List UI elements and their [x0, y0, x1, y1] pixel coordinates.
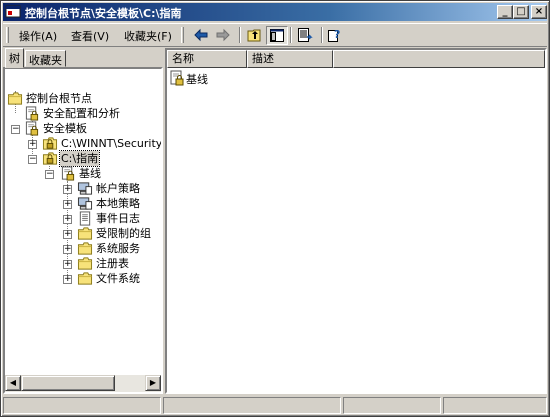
menu-toolbar: 操作(A) 查看(V) 收藏夹(F) ?	[3, 23, 547, 47]
menu-view[interactable]: 查看(V)	[71, 28, 109, 44]
toolbar-separator	[290, 27, 292, 43]
folder-icon	[7, 91, 23, 106]
menu-action[interactable]: 操作(A)	[19, 28, 57, 44]
toolbar-grip[interactable]	[181, 27, 184, 43]
scope-pane: 树 收藏夹 控制台根节点 安全配置和分析 − 安全模板 + C:\WINNT\S…	[3, 48, 163, 394]
collapse-icon[interactable]: −	[45, 170, 54, 179]
column-header-description[interactable]: 描述	[247, 50, 333, 68]
menu-grip[interactable]	[6, 27, 9, 43]
tree-node-label: 事件日志	[96, 212, 140, 225]
expand-icon[interactable]: +	[28, 140, 37, 149]
policy-computer-icon	[77, 181, 93, 196]
up-folder-icon	[247, 29, 261, 42]
status-cell	[343, 397, 441, 414]
list-item-name: 基线	[186, 73, 208, 86]
up-level-button[interactable]	[244, 26, 266, 45]
expand-icon[interactable]: +	[63, 215, 72, 224]
column-header-name[interactable]: 名称	[167, 50, 247, 68]
expand-icon[interactable]: +	[63, 230, 72, 239]
expand-icon[interactable]: +	[63, 200, 72, 209]
forward-icon	[216, 28, 230, 42]
show-hide-tree-icon	[270, 29, 284, 42]
minimize-button[interactable]: _	[497, 5, 513, 19]
scope-tabs: 树 收藏夹	[3, 48, 163, 68]
scroll-right-icon[interactable]: ▶	[145, 375, 161, 391]
back-button[interactable]	[191, 26, 213, 45]
tree-node-label: C:\WINNT\Security\Te	[61, 137, 161, 150]
tree-node-label: 安全配置和分析	[43, 107, 120, 120]
status-cell	[443, 397, 547, 414]
tab-tree[interactable]: 树	[5, 48, 24, 68]
console-tree: 控制台根节点 安全配置和分析 − 安全模板 + C:\WINNT\Securit…	[3, 67, 163, 394]
expand-icon[interactable]: +	[63, 185, 72, 194]
scroll-thumb[interactable]	[21, 375, 115, 391]
security-analysis-icon	[24, 106, 40, 121]
window-title: 控制台根节点\安全模板\C:\指南	[25, 7, 182, 20]
tab-favorites[interactable]: 收藏夹	[25, 50, 66, 67]
policy-computer-icon	[77, 196, 93, 211]
templates-icon	[24, 121, 40, 136]
back-icon	[194, 28, 208, 42]
folder-lock-icon	[42, 136, 58, 151]
tree-node-label: 安全模板	[43, 122, 87, 135]
svg-text:?: ?	[334, 28, 340, 41]
tree-node-label: 控制台根节点	[26, 92, 92, 105]
event-log-icon	[77, 211, 93, 226]
folder-icon	[77, 241, 93, 256]
expand-icon[interactable]: +	[63, 260, 72, 269]
status-cell	[3, 397, 161, 414]
help-button[interactable]: ?	[325, 26, 347, 45]
collapse-icon[interactable]: −	[11, 125, 20, 134]
show-hide-tree-button[interactable]	[266, 26, 288, 45]
help-icon: ?	[328, 28, 340, 42]
title-bar[interactable]: 控制台根节点\安全模板\C:\指南 _ □ ×	[3, 3, 547, 21]
tree-node-label: 文件系统	[96, 272, 140, 285]
tree-node-label: 基线	[79, 167, 101, 180]
tree-node-label: 帐户策略	[96, 182, 140, 195]
template-lock-icon	[169, 70, 185, 86]
tree-node-label: 注册表	[96, 257, 129, 270]
console-app-icon	[5, 5, 21, 18]
tree-node-label: 系统服务	[96, 242, 140, 255]
folder-icon	[77, 256, 93, 271]
column-header-filler	[333, 50, 545, 68]
export-list-icon	[298, 28, 313, 42]
menu-favorites[interactable]: 收藏夹(F)	[124, 28, 172, 44]
collapse-icon[interactable]: −	[28, 155, 37, 164]
result-pane: 名称 描述 基线	[165, 48, 547, 394]
horizontal-scrollbar[interactable]: ◀ ▶	[5, 375, 161, 392]
tree-node-label: 本地策略	[96, 197, 140, 210]
status-cell	[163, 397, 341, 414]
close-button[interactable]: ×	[531, 5, 547, 19]
folder-lock-icon	[42, 151, 58, 166]
mmc-window: 控制台根节点\安全模板\C:\指南 _ □ × 操作(A) 查看(V) 收藏夹(…	[0, 0, 550, 417]
tree-node-label: 受限制的组	[96, 227, 151, 240]
folder-icon	[77, 226, 93, 241]
tree-node-label-selected: C:\指南	[58, 150, 101, 167]
export-list-button[interactable]	[295, 26, 317, 45]
expand-icon[interactable]: +	[63, 275, 72, 284]
toolbar-separator	[321, 27, 323, 43]
expand-icon[interactable]: +	[63, 245, 72, 254]
folder-icon	[77, 271, 93, 286]
forward-button[interactable]	[213, 26, 235, 45]
template-lock-icon	[60, 166, 76, 181]
toolbar-separator	[239, 27, 241, 43]
maximize-button[interactable]: □	[513, 5, 529, 19]
scroll-left-icon[interactable]: ◀	[5, 375, 21, 391]
status-bar	[3, 396, 547, 415]
